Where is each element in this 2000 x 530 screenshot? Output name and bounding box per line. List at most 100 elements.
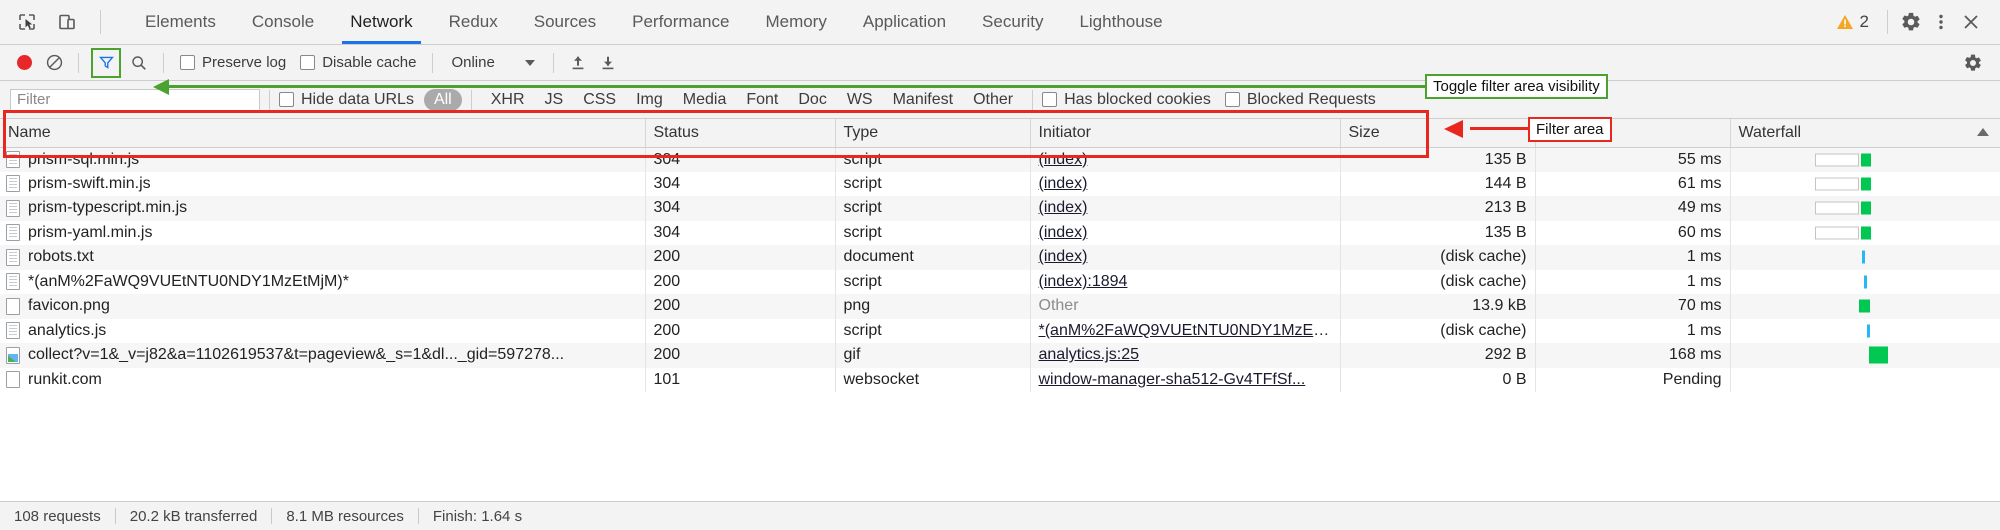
blocked-requests-checkbox[interactable]: Blocked Requests bbox=[1224, 91, 1376, 109]
initiator-link[interactable]: (index) bbox=[1039, 151, 1088, 168]
type-filter-css[interactable]: CSS bbox=[573, 89, 626, 111]
initiator-link[interactable]: window-manager-sha512-Gv4TFfSf... bbox=[1039, 371, 1306, 388]
tabbar-divider bbox=[100, 10, 101, 34]
request-name: prism-swift.min.js bbox=[28, 174, 151, 192]
close-icon[interactable] bbox=[1958, 9, 1984, 35]
inspect-cursor-icon[interactable] bbox=[14, 9, 40, 35]
hide-data-urls-checkbox[interactable]: Hide data URLs bbox=[279, 91, 414, 109]
initiator-link[interactable]: (index) bbox=[1039, 224, 1088, 241]
filter-funnel-icon bbox=[98, 56, 114, 69]
table-row[interactable]: favicon.png 200 png Other 13.9 kB 70 ms bbox=[0, 294, 2000, 319]
search-button[interactable] bbox=[125, 50, 153, 76]
table-row[interactable]: analytics.js 200 script *(anM%2FaWQ9VUEt… bbox=[0, 318, 2000, 344]
export-har-button[interactable] bbox=[594, 50, 622, 76]
cell-time: 55 ms bbox=[1535, 147, 1731, 172]
tab-network[interactable]: Network bbox=[332, 0, 430, 44]
column-header-waterfall[interactable]: Waterfall bbox=[1730, 119, 2000, 148]
gear-icon[interactable] bbox=[1898, 9, 1924, 35]
initiator-link[interactable]: analytics.js:25 bbox=[1039, 346, 1140, 363]
initiator-link[interactable]: (index):1894 bbox=[1039, 273, 1128, 290]
download-arrow-icon bbox=[602, 56, 614, 69]
tab-security[interactable]: Security bbox=[964, 0, 1061, 44]
column-header-initiator[interactable]: Initiator bbox=[1030, 119, 1341, 148]
table-row[interactable]: runkit.com 101 websocket window-manager-… bbox=[0, 367, 2000, 392]
blank-file-icon bbox=[6, 297, 20, 315]
cell-initiator[interactable]: window-manager-sha512-Gv4TFfSf... bbox=[1030, 367, 1341, 392]
tab-application[interactable]: Application bbox=[845, 0, 964, 44]
cell-type: script bbox=[835, 220, 1031, 245]
column-header-waterfall-label: Waterfall bbox=[1738, 123, 1802, 141]
table-row[interactable]: prism-yaml.min.js 304 script (index) 135… bbox=[0, 220, 2000, 245]
cell-initiator[interactable]: analytics.js:25 bbox=[1030, 343, 1341, 368]
cell-time: 168 ms bbox=[1535, 343, 1731, 368]
device-toolbar-icon[interactable] bbox=[54, 9, 80, 35]
column-header-status[interactable]: Status bbox=[645, 119, 836, 148]
initiator-link[interactable]: (index) bbox=[1039, 248, 1088, 265]
type-filter-doc[interactable]: Doc bbox=[788, 89, 836, 111]
cell-waterfall bbox=[1730, 319, 2000, 344]
kebab-menu-icon[interactable] bbox=[1928, 9, 1954, 35]
cell-initiator[interactable]: *(anM%2FaWQ9VUEtNTU0NDY1MzEtMjM... bbox=[1030, 318, 1341, 343]
type-filter-other[interactable]: Other bbox=[963, 89, 1023, 111]
summary-requests: 108 requests bbox=[14, 507, 101, 525]
tab-lighthouse[interactable]: Lighthouse bbox=[1061, 0, 1180, 44]
type-filter-js[interactable]: JS bbox=[535, 89, 574, 111]
table-row[interactable]: prism-swift.min.js 304 script (index) 14… bbox=[0, 171, 2000, 196]
type-filter-media[interactable]: Media bbox=[673, 89, 737, 111]
hide-data-urls-label: Hide data URLs bbox=[301, 90, 414, 108]
filter-input[interactable] bbox=[10, 88, 260, 111]
type-filter-all[interactable]: All bbox=[423, 88, 462, 111]
filter-button[interactable] bbox=[91, 47, 121, 78]
tab-console[interactable]: Console bbox=[234, 0, 332, 44]
cell-initiator[interactable]: (index) bbox=[1030, 171, 1341, 196]
cell-initiator[interactable]: (index) bbox=[1030, 196, 1341, 221]
tab-sources[interactable]: Sources bbox=[516, 0, 614, 44]
type-filter-img[interactable]: Img bbox=[626, 89, 673, 111]
clear-button[interactable] bbox=[40, 50, 68, 76]
tab-elements[interactable]: Elements bbox=[127, 0, 234, 44]
type-filter-font[interactable]: Font bbox=[736, 89, 788, 111]
has-blocked-cookies-checkbox[interactable]: Has blocked cookies bbox=[1042, 91, 1211, 109]
toolbar-divider-4 bbox=[552, 52, 554, 73]
table-row[interactable]: robots.txt 200 document (index) (disk ca… bbox=[0, 245, 2000, 270]
initiator-link[interactable]: (index) bbox=[1039, 199, 1088, 216]
document-file-icon bbox=[6, 248, 20, 266]
preserve-log-checkbox[interactable]: Preserve log bbox=[174, 54, 292, 71]
request-name: analytics.js bbox=[28, 321, 107, 339]
tab-performance[interactable]: Performance bbox=[614, 0, 747, 44]
cell-status: 304 bbox=[645, 196, 836, 221]
table-row[interactable]: prism-typescript.min.js 304 script (inde… bbox=[0, 196, 2000, 221]
warning-indicator[interactable]: 2 bbox=[1828, 12, 1877, 32]
network-settings-gear[interactable] bbox=[1962, 50, 1990, 76]
table-row[interactable]: *(anM%2FaWQ9VUEtNTU0NDY1MzEtMjM)* 200 sc… bbox=[0, 269, 2000, 294]
column-header-name[interactable]: Name bbox=[0, 119, 646, 148]
initiator-link[interactable]: (index) bbox=[1039, 175, 1088, 192]
cell-initiator[interactable]: (index) bbox=[1030, 245, 1341, 270]
image-file-icon bbox=[6, 346, 20, 364]
cell-status: 304 bbox=[645, 147, 836, 172]
cell-initiator[interactable]: (index) bbox=[1030, 220, 1341, 245]
script-file-icon bbox=[6, 175, 20, 193]
type-filter-xhr[interactable]: XHR bbox=[481, 89, 535, 111]
toolbar-divider-3 bbox=[432, 52, 434, 73]
type-filter-ws[interactable]: WS bbox=[837, 89, 883, 111]
record-button[interactable] bbox=[10, 50, 38, 76]
table-row[interactable]: prism-sql.min.js 304 script (index) 135 … bbox=[0, 147, 2000, 172]
type-filter-manifest[interactable]: Manifest bbox=[883, 89, 963, 111]
tab-redux[interactable]: Redux bbox=[431, 0, 516, 44]
tab-memory[interactable]: Memory bbox=[747, 0, 844, 44]
throttling-dropdown[interactable]: Online bbox=[443, 54, 542, 71]
record-dot-icon bbox=[16, 55, 32, 70]
cell-initiator[interactable]: (index) bbox=[1030, 147, 1341, 172]
initiator-link[interactable]: *(anM%2FaWQ9VUEtNTU0NDY1MzEtMjM... bbox=[1039, 322, 1340, 339]
column-header-size[interactable]: Size bbox=[1340, 119, 1536, 148]
column-header-type[interactable]: Type bbox=[835, 119, 1031, 148]
import-har-button[interactable] bbox=[564, 50, 592, 76]
cell-name: prism-typescript.min.js bbox=[0, 196, 646, 221]
chevron-down-icon bbox=[524, 59, 535, 66]
script-file-icon bbox=[6, 224, 20, 242]
disable-cache-checkbox[interactable]: Disable cache bbox=[294, 54, 422, 71]
cell-name: collect?v=1&_v=j82&a=1102619537&t=pagevi… bbox=[0, 343, 646, 368]
table-row[interactable]: collect?v=1&_v=j82&a=1102619537&t=pagevi… bbox=[0, 343, 2000, 368]
cell-initiator[interactable]: (index):1894 bbox=[1030, 269, 1341, 294]
